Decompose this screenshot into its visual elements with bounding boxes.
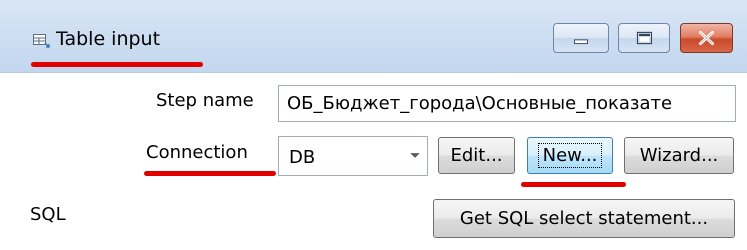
wizard-button-label: Wizard... — [639, 145, 719, 166]
edit-button-label: Edit... — [450, 145, 503, 166]
maximize-icon — [636, 31, 653, 45]
close-button[interactable] — [680, 23, 733, 53]
connection-value: DB — [289, 147, 316, 168]
connection-highlight-underline — [144, 171, 276, 176]
window-title: Table input — [56, 28, 161, 50]
sql-label: SQL — [30, 204, 66, 225]
connection-label: Connection — [146, 142, 248, 163]
get-sql-select-statement-button[interactable]: Get SQL select statement... — [433, 199, 735, 238]
table-input-icon — [33, 34, 50, 48]
new-connection-button[interactable]: New... — [527, 137, 613, 174]
new-button-highlight-underline — [521, 182, 626, 187]
minimize-button[interactable] — [553, 23, 609, 53]
maximize-button[interactable] — [618, 23, 670, 53]
title-highlight-underline — [31, 62, 203, 67]
chevron-down-icon[interactable] — [403, 137, 427, 175]
step-name-input[interactable]: ОБ_Бюджет_города\Основные_показате — [278, 85, 736, 122]
get-sql-button-label: Get SQL select statement... — [459, 208, 709, 229]
table-input-dialog: Table input Step name ОБ_Бюджет_города\О… — [0, 0, 747, 250]
edit-connection-button[interactable]: Edit... — [438, 137, 515, 174]
close-icon — [698, 30, 715, 46]
wizard-button[interactable]: Wizard... — [624, 137, 734, 174]
step-name-label: Step name — [156, 90, 254, 111]
minimize-icon — [574, 39, 588, 45]
connection-select[interactable]: DB — [278, 136, 428, 176]
new-button-label: New... — [537, 143, 603, 168]
